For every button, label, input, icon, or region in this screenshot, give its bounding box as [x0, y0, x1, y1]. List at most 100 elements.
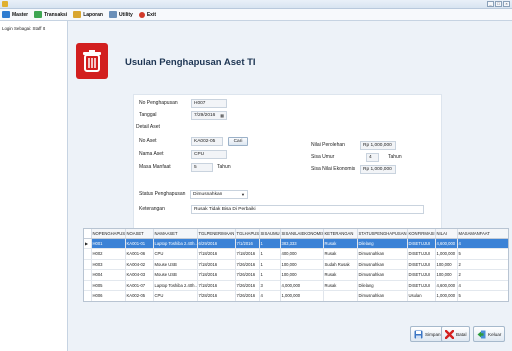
table-cell[interactable]: 1 — [259, 269, 281, 281]
table-cell[interactable]: 4,000,000 — [280, 280, 324, 291]
table-cell[interactable]: 5 — [457, 248, 508, 260]
table-cell[interactable]: 2 — [457, 269, 508, 281]
table-cell[interactable]: KA004-02 — [125, 259, 154, 270]
table-cell[interactable]: KA001-01 — [125, 238, 154, 249]
menu-laporan[interactable]: Laporan — [73, 11, 103, 18]
table-cell[interactable]: Usulan — [407, 290, 436, 301]
table-cell[interactable]: Rusak — [323, 248, 358, 260]
table-cell[interactable]: Laptop Toshiba 2.40h... — [153, 280, 198, 291]
table-cell[interactable]: 7/18/2016 — [197, 280, 236, 291]
table-row[interactable]: H005 KA001-07 Laptop Toshiba 2.40h... 7/18/… — [84, 280, 508, 291]
table-cell[interactable]: 1 — [259, 248, 281, 260]
table-cell[interactable]: 4 — [457, 280, 508, 291]
menu-exit[interactable]: Exit — [138, 11, 156, 18]
maximize-button[interactable]: □ — [495, 1, 502, 7]
column-header[interactable]: NILAI — [435, 229, 458, 239]
masa-manfaat-field[interactable]: 5 — [191, 163, 213, 172]
table-cell[interactable]: H002 — [91, 248, 126, 260]
no-aset-field[interactable]: KA002-05 — [191, 137, 223, 146]
table-cell[interactable]: 100,000 — [280, 259, 324, 270]
table-cell[interactable]: Dimusnahkan — [357, 259, 408, 270]
menu-transaksi[interactable]: Transaksi — [34, 11, 67, 18]
column-header[interactable]: KONFIRMASI — [407, 229, 436, 239]
table-cell[interactable]: DISETUJUI — [407, 248, 436, 260]
table-cell[interactable]: 100,000 — [435, 269, 458, 281]
table-cell[interactable]: 3 — [259, 280, 281, 291]
table-cell[interactable]: 4,600,000 — [435, 280, 458, 291]
row-header[interactable] — [84, 290, 92, 301]
table-row[interactable]: H003 KA004-02 Mouse USB 7/18/2016 7/26/2016 1… — [84, 259, 508, 270]
table-cell[interactable]: H006 — [91, 290, 126, 301]
keluar-button[interactable]: Keluar — [473, 326, 506, 342]
cari-button[interactable]: Cari — [228, 137, 248, 146]
table-cell[interactable]: DISETUJUI — [407, 238, 436, 249]
table-cell[interactable]: 2 — [457, 259, 508, 270]
table-cell[interactable]: 100,000 — [280, 269, 324, 281]
column-header[interactable]: STATUSPENGHAPUSAN — [357, 229, 408, 239]
table-cell[interactable]: DISETUJUI — [407, 259, 436, 270]
tanggal-datepicker[interactable]: 7/29/2016 ▦ — [191, 111, 227, 120]
nilai-perolehan-field[interactable]: Rp 1,000,000 — [360, 141, 396, 150]
column-header[interactable]: MASAMANFAAT — [457, 229, 508, 239]
table-cell[interactable]: 7/1/2016 — [235, 238, 260, 249]
table-cell[interactable]: 1,000,000 — [280, 290, 324, 301]
table-cell[interactable]: 7/28/2016 — [197, 290, 236, 301]
table-cell[interactable]: Laptop Toshiba 2.40h... — [153, 238, 198, 249]
table-cell[interactable]: 400,000 — [280, 248, 324, 260]
table-cell[interactable]: Rusak — [323, 269, 358, 281]
column-header[interactable]: SISANILAIEKONOMIS — [280, 229, 324, 239]
table-cell[interactable]: DISETUJUI — [407, 269, 436, 281]
table-cell[interactable]: H005 — [91, 280, 126, 291]
table-cell[interactable]: CPU — [153, 248, 198, 260]
table-cell[interactable]: 7/26/2016 — [235, 259, 260, 270]
table-cell[interactable]: 6/29/2016 — [197, 238, 236, 249]
table-cell[interactable]: H004 — [91, 269, 126, 281]
column-header[interactable]: NAMAASET — [153, 229, 198, 239]
table-cell[interactable]: CPU — [153, 290, 198, 301]
table-cell[interactable]: KA001-06 — [125, 248, 154, 260]
table-cell[interactable]: H001 — [91, 238, 126, 249]
table-cell[interactable]: Dilelang — [357, 280, 408, 291]
table-cell[interactable]: Dimusnahkan — [357, 248, 408, 260]
sisa-umur-field[interactable]: 4 — [366, 153, 379, 162]
table-cell[interactable]: KA001-07 — [125, 280, 154, 291]
table-cell[interactable]: 7/18/2016 — [197, 248, 236, 260]
minimize-button[interactable]: _ — [487, 1, 494, 7]
table-row[interactable]: H002 KA001-06 CPU 7/18/2016 7/18/2016 1 400,00… — [84, 248, 508, 260]
table-cell[interactable]: KA002-05 — [125, 290, 154, 301]
menu-master[interactable]: Master — [2, 11, 28, 18]
table-cell[interactable]: 7/26/2016 — [235, 269, 260, 281]
table-cell[interactable]: H003 — [91, 259, 126, 270]
table-cell[interactable]: 383,333 — [280, 238, 324, 249]
table-cell[interactable]: 7/18/2016 — [197, 259, 236, 270]
close-button[interactable]: × — [503, 1, 510, 7]
table-cell[interactable]: 7/18/2016 — [197, 269, 236, 281]
keterangan-field[interactable]: Rusak Tidak Bisa Di Perbaiki — [191, 205, 424, 214]
simpan-button[interactable]: Simpan — [410, 326, 445, 342]
table-cell[interactable]: Sudah Rusak — [323, 259, 358, 270]
table-cell[interactable]: 100,000 — [435, 259, 458, 270]
table-cell[interactable]: Mouse USB — [153, 259, 198, 270]
no-penghapusan-field[interactable]: H007 — [191, 99, 227, 108]
table-cell[interactable]: 1,000,000 — [435, 248, 458, 260]
table-cell[interactable]: 1 — [259, 259, 281, 270]
row-header[interactable] — [84, 259, 92, 270]
column-header[interactable]: NOPENGHAPUSAN — [91, 229, 126, 239]
table-cell[interactable]: Dimusnahkan — [357, 290, 408, 301]
row-header[interactable] — [84, 269, 92, 281]
table-cell[interactable]: Dimusnahkan — [357, 269, 408, 281]
table-cell[interactable]: 1,000,000 — [435, 290, 458, 301]
table-cell[interactable]: 7/18/2016 — [235, 248, 260, 260]
table-cell[interactable]: 4 — [259, 290, 281, 301]
row-header[interactable] — [84, 280, 92, 291]
column-header[interactable]: TGLHAPUS — [235, 229, 260, 239]
table-cell[interactable]: Dilelang — [357, 238, 408, 249]
sisa-nilai-field[interactable]: Rp 1,000,000 — [360, 165, 396, 174]
table-cell[interactable]: 4,600,000 — [435, 238, 458, 249]
row-header[interactable] — [84, 248, 92, 260]
batal-button[interactable]: Batal — [441, 326, 471, 342]
table-cell[interactable]: 5 — [457, 290, 508, 301]
menu-utility[interactable]: Utility — [108, 11, 133, 18]
status-select[interactable]: Dimusnahkan ▼ — [190, 190, 248, 199]
table-row[interactable]: ▶ H001 KA001-01 Laptop Toshiba 2.40h... 6/29… — [84, 238, 508, 249]
